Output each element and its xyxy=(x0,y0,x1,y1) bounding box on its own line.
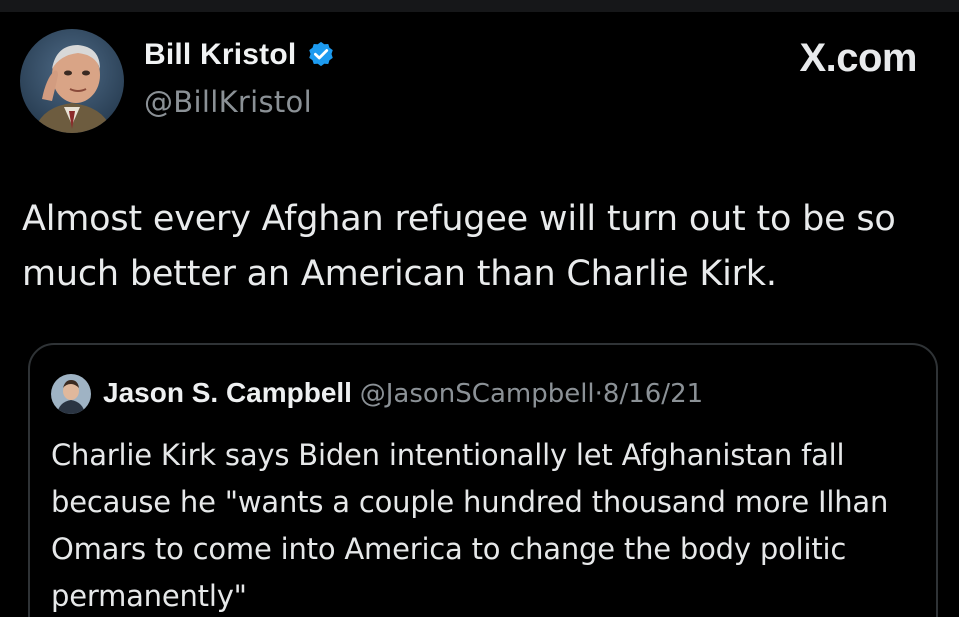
tweet-text: Almost every Afghan refugee will turn ou… xyxy=(22,199,896,294)
quoted-author-display-name[interactable]: Jason S. Campbell xyxy=(103,377,352,408)
brand-label: X.com xyxy=(799,36,917,80)
quoted-header-separator: · xyxy=(594,379,603,409)
quoted-tweet-text: Charlie Kirk says Biden intentionally le… xyxy=(51,438,889,613)
author-avatar-image xyxy=(20,29,124,133)
top-bar xyxy=(0,0,959,12)
author-name-row: Bill Kristol xyxy=(144,38,336,72)
quoted-author-handle[interactable]: @JasonSCampbell xyxy=(360,379,595,409)
quoted-author-avatar[interactable] xyxy=(51,374,91,414)
quoted-author-avatar-image xyxy=(51,374,91,414)
author-display-name[interactable]: Bill Kristol xyxy=(144,38,296,72)
verified-badge-icon xyxy=(306,40,336,70)
author-avatar[interactable] xyxy=(20,29,124,133)
author-handle[interactable]: @BillKristol xyxy=(144,85,312,119)
quoted-tweet-card[interactable]: Jason S. Campbell @JasonSCampbell·8/16/2… xyxy=(28,343,938,617)
quoted-tweet-header: Jason S. Campbell @JasonSCampbell·8/16/2… xyxy=(103,377,703,409)
quoted-tweet-date[interactable]: 8/16/21 xyxy=(603,379,703,409)
